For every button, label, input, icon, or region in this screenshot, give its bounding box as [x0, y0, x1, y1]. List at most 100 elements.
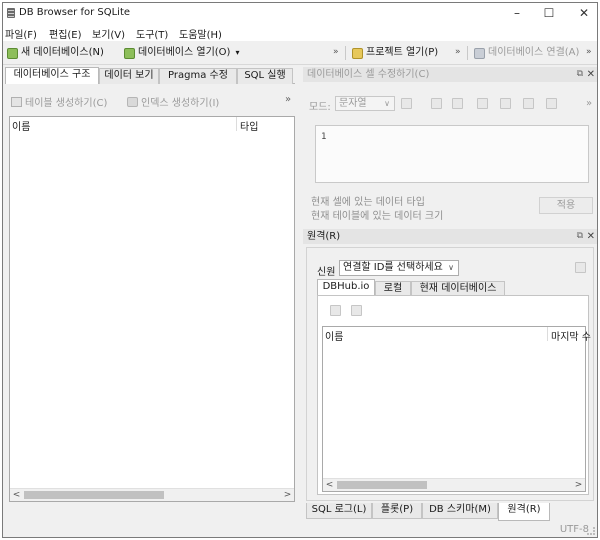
- apply-button[interactable]: 적용: [539, 197, 593, 214]
- scroll-right-icon[interactable]: >: [281, 489, 294, 501]
- float-remote-dock-icon[interactable]: ⧉: [577, 229, 583, 244]
- main-tab-bar: 데이터베이스 구조 데이터 보기 Pragma 수정 SQL 실행: [5, 67, 295, 85]
- create-table-icon: [11, 96, 22, 107]
- menu-help[interactable]: 도움말(H): [179, 26, 222, 41]
- menu-edit[interactable]: 편집(E): [49, 26, 82, 41]
- open-project-icon: [352, 47, 363, 59]
- column-divider: [236, 117, 237, 131]
- clone-icon[interactable]: [351, 305, 362, 316]
- chevron-down-icon: ∨: [384, 99, 390, 108]
- edit-cell-dock-title[interactable]: 데이터베이스 셀 수정하기(C) ⧉ ✕: [303, 67, 597, 82]
- tab-browse-data[interactable]: 데이터 보기: [99, 68, 159, 84]
- open-project-label: 프로젝트 열기(P): [366, 47, 439, 58]
- tab-sql-log[interactable]: SQL 로그(L): [306, 503, 372, 519]
- column-divider: [547, 327, 548, 341]
- cell-editor[interactable]: 1: [315, 125, 589, 183]
- cell-type-info: 현재 셀에 있는 데이터 타입: [311, 197, 425, 208]
- tab-database-structure[interactable]: 데이터베이스 구조: [5, 67, 99, 85]
- open-database-icon: [124, 47, 135, 59]
- open-database-button[interactable]: 데이터베이스 열기(O) ▾: [124, 45, 239, 61]
- schema-tree[interactable]: 이름 타입 < >: [9, 116, 295, 502]
- encoding-label: UTF-8: [559, 524, 589, 535]
- tab-remote[interactable]: 원격(R): [498, 503, 550, 521]
- scroll-left-icon[interactable]: <: [10, 489, 23, 501]
- refresh-icon[interactable]: [330, 305, 341, 316]
- tab-edit-pragmas[interactable]: Pragma 수정: [159, 68, 237, 84]
- app-logo-icon: [7, 8, 15, 18]
- close-button[interactable]: ✕: [569, 4, 597, 22]
- tab-current-database[interactable]: 현재 데이터베이스: [411, 281, 505, 296]
- create-index-button[interactable]: 인덱스 생성하기(I): [127, 94, 219, 109]
- attach-database-button[interactable]: 데이터베이스 연결(A): [474, 45, 579, 61]
- attach-database-label: 데이터베이스 연결(A): [488, 47, 580, 58]
- open-database-label: 데이터베이스 열기(O): [138, 47, 231, 58]
- identity-settings-icon[interactable]: [575, 262, 586, 273]
- column-header-last-modified[interactable]: 마지막 수: [551, 328, 591, 343]
- tab-plot[interactable]: 플롯(P): [372, 503, 422, 519]
- minimize-button[interactable]: –: [502, 4, 532, 22]
- word-wrap-icon[interactable]: [431, 98, 442, 109]
- identity-label: 신원: [317, 267, 336, 278]
- remote-list-header: 이름 마지막 수: [323, 327, 591, 343]
- edit-cell-title: 데이터베이스 셀 수정하기(C): [307, 69, 430, 80]
- set-null-icon[interactable]: [546, 98, 557, 109]
- create-table-button[interactable]: 테이블 생성하기(C): [11, 94, 107, 109]
- scrollbar-thumb[interactable]: [24, 491, 164, 499]
- window-title: DB Browser for SQLite: [19, 7, 131, 18]
- title-bar: DB Browser for SQLite – ☐ ✕: [3, 3, 597, 24]
- toolbar-overflow-button[interactable]: »: [333, 47, 339, 57]
- new-database-label: 새 데이터베이스(N): [21, 47, 104, 58]
- mode-value: 문자열: [339, 98, 367, 109]
- resize-grip-icon[interactable]: [587, 527, 595, 535]
- print-icon[interactable]: [477, 98, 488, 109]
- export-icon[interactable]: [500, 98, 511, 109]
- scroll-right-icon[interactable]: >: [572, 479, 585, 491]
- structure-overflow-button[interactable]: »: [285, 94, 291, 105]
- toolbar-separator-2: [467, 46, 468, 60]
- project-overflow-button[interactable]: »: [455, 47, 461, 57]
- maximize-button[interactable]: ☐: [534, 4, 564, 22]
- mode-select[interactable]: 문자열 ∨: [335, 96, 395, 111]
- create-index-icon: [127, 96, 138, 107]
- attach-database-icon: [474, 47, 485, 59]
- schema-tree-header: 이름 타입: [10, 117, 294, 133]
- open-project-button[interactable]: 프로젝트 열기(P): [352, 45, 438, 61]
- edit-toolbar-overflow[interactable]: »: [586, 98, 592, 109]
- remote-panel: 신원 연결할 ID를 선택하세요 ∨ DBHub.io 로컬 현재 데이터베이스…: [306, 247, 594, 501]
- open-database-dropdown-icon[interactable]: ▾: [235, 46, 239, 60]
- close-dock-icon[interactable]: ✕: [587, 67, 595, 82]
- remote-title: 원격(R): [307, 231, 341, 242]
- remote-scrollbar-thumb[interactable]: [337, 481, 427, 489]
- tab-db-schema[interactable]: DB 스키마(M): [422, 503, 498, 519]
- status-bar: UTF-8: [3, 522, 597, 537]
- create-table-label: 테이블 생성하기(C): [25, 98, 108, 109]
- identity-select[interactable]: 연결할 ID를 선택하세요 ∨: [339, 260, 459, 276]
- tab-local[interactable]: 로컬: [375, 281, 411, 296]
- indent-icon[interactable]: [452, 98, 463, 109]
- remote-file-list[interactable]: 이름 마지막 수 < >: [322, 326, 591, 492]
- scroll-left-icon[interactable]: <: [323, 479, 336, 491]
- menu-file[interactable]: 파일(F): [5, 26, 37, 41]
- float-dock-icon[interactable]: ⧉: [577, 67, 583, 82]
- horizontal-scrollbar[interactable]: < >: [10, 488, 294, 501]
- column-header-type[interactable]: 타입: [240, 118, 258, 133]
- column-header-name[interactable]: 이름: [12, 118, 30, 133]
- auto-format-icon[interactable]: [401, 98, 412, 109]
- main-panel: 데이터베이스 구조 데이터 보기 Pragma 수정 SQL 실행 테이블 생성…: [5, 67, 295, 519]
- column-header-name[interactable]: 이름: [325, 328, 343, 343]
- menu-view[interactable]: 보기(V): [92, 26, 125, 41]
- attach-overflow-button[interactable]: »: [586, 47, 592, 57]
- tab-execute-sql[interactable]: SQL 실행: [237, 68, 293, 84]
- new-database-button[interactable]: 새 데이터베이스(N): [7, 45, 104, 61]
- mode-label: 모드:: [309, 102, 331, 113]
- tab-dbhub[interactable]: DBHub.io: [317, 279, 375, 296]
- cell-content: 1: [321, 132, 327, 142]
- close-remote-dock-icon[interactable]: ✕: [587, 229, 595, 244]
- remote-dock-title[interactable]: 원격(R) ⧉ ✕: [303, 229, 597, 244]
- import-icon[interactable]: [523, 98, 534, 109]
- toolbar-separator: [345, 46, 346, 60]
- dbhub-tab-body: 이름 마지막 수 < >: [317, 295, 591, 495]
- remote-horizontal-scrollbar[interactable]: < >: [323, 478, 585, 491]
- identity-select-value: 연결할 ID를 선택하세요: [343, 262, 443, 273]
- menu-tools[interactable]: 도구(T): [136, 26, 168, 41]
